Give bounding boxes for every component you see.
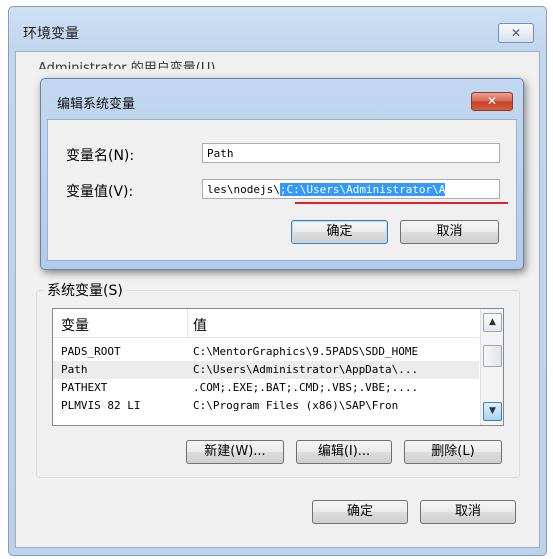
scroll-down-icon[interactable]: ▼ — [483, 402, 502, 421]
system-variables-title: 系统变量(S) — [44, 280, 126, 300]
window-close-button[interactable]: ✕ — [498, 23, 534, 43]
variable-name-label: 变量名(N): — [66, 148, 135, 164]
annotation-underline — [295, 202, 508, 204]
list-header: 变量 值 — [53, 309, 479, 338]
variable-name-field[interactable]: Path — [202, 143, 500, 163]
variable-value: C:\Program Files (x86)\SAP\Fron — [193, 399, 399, 411]
cancel-button[interactable]: 取消 — [420, 500, 516, 524]
column-header-value[interactable]: 值 — [193, 315, 207, 335]
list-item[interactable]: PATHEXT .COM;.EXE;.BAT;.CMD;.VBS;.VBE;..… — [53, 379, 479, 397]
column-header-variable[interactable]: 变量 — [61, 315, 89, 335]
ok-button[interactable]: 确定 — [312, 500, 408, 524]
dialog-title: 编辑系统变量 — [57, 97, 136, 112]
list-item-selected[interactable]: Path C:\Users\Administrator\AppData\... — [53, 361, 479, 379]
delete-variable-button[interactable]: 删除(L) — [404, 440, 502, 464]
variable-name: PLMVIS_82_LI — [61, 399, 141, 411]
list-item[interactable]: PLMVIS_82_LI C:\Program Files (x86)\SAP\… — [53, 397, 479, 411]
variable-value: C:\Users\Administrator\AppData\... — [193, 363, 419, 376]
variable-name: PATHEXT — [61, 381, 108, 394]
scroll-thumb[interactable] — [483, 345, 502, 367]
variable-value: .COM;.EXE;.BAT;.CMD;.VBS;.VBE;.... — [193, 381, 419, 394]
variable-name-value: Path — [207, 147, 234, 160]
variable-value-selection: ;C:\Users\Administrator\A — [279, 183, 446, 196]
system-variables-list[interactable]: 变量 值 PADS_ROOT C:\MentorGraphics\9.5PADS… — [52, 308, 504, 426]
variable-name: PADS_ROOT — [61, 345, 121, 358]
dialog-ok-button[interactable]: 确定 — [291, 220, 388, 244]
window-title: 环境变量 — [23, 26, 79, 42]
variable-name: Path — [61, 363, 88, 376]
edit-variable-button[interactable]: 编辑(I)... — [296, 440, 392, 464]
column-divider[interactable] — [187, 309, 188, 337]
user-variables-label-obscured: Administrator 的用户变量(U) — [38, 61, 216, 69]
dialog-cancel-button[interactable]: 取消 — [400, 220, 499, 244]
variable-value-field[interactable]: les\nodejs\;C:\Users\Administrator\A — [202, 179, 500, 199]
variable-value: C:\MentorGraphics\9.5PADS\SDD_HOME — [193, 345, 419, 358]
variable-value-label: 变量值(V): — [66, 184, 134, 200]
vertical-scrollbar[interactable]: ▲ ▼ — [480, 309, 503, 425]
dialog-close-button[interactable]: ✕ — [471, 92, 513, 111]
new-variable-button[interactable]: 新建(W)... — [186, 440, 284, 464]
variable-value-text: les\nodejs\ — [207, 183, 280, 196]
list-item[interactable]: PADS_ROOT C:\MentorGraphics\9.5PADS\SDD_… — [53, 343, 479, 361]
scroll-up-icon[interactable]: ▲ — [483, 313, 502, 332]
